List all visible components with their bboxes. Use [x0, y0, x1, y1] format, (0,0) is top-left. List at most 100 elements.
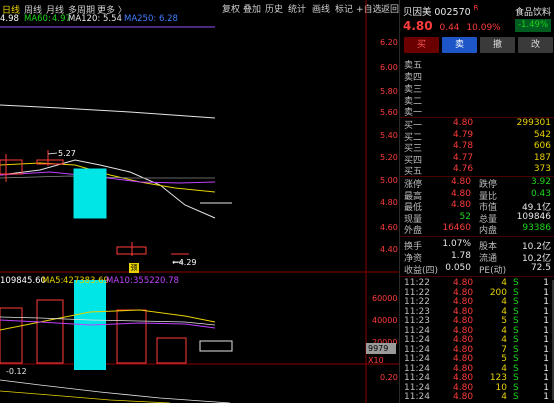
tick-time: 11:24 [404, 363, 430, 374]
bid-volume: 299301 [516, 118, 551, 128]
sell-button[interactable]: 卖 [442, 37, 477, 53]
stat-value: 1.78 [450, 251, 471, 261]
tick-volume: 4 [501, 297, 507, 307]
app-root: 4.98 MA60: 4.97 MA120: 5.54 MA250: 6.28 … [0, 0, 554, 403]
tick-side: S [513, 344, 519, 355]
tick-price: 4.80 [453, 382, 474, 393]
bid-price: 4.80 [453, 118, 474, 128]
vol-ma10-label: MA10: [106, 276, 133, 286]
tick-row: 11:23 4.80 5 S 1 [400, 316, 554, 326]
stat-label: 收益(四) [404, 266, 439, 276]
tick-row: 11:24 4.80 10 S 1 [400, 383, 554, 393]
tag-badge: 颈 [129, 263, 139, 273]
price-tick: 6.20 [380, 38, 398, 47]
stat-value: 3.92 [530, 177, 551, 187]
tick-count: 1 [543, 382, 549, 393]
price-tick: 5.80 [380, 87, 398, 96]
tick-side: S [513, 363, 519, 374]
candles [0, 150, 232, 256]
quote-panel: 贝因美 002570 R 4.80 0.44 10.09% 食品饮料 -1.49… [399, 0, 554, 403]
macd-value: -0.12 [6, 367, 27, 376]
tick-time: 11:23 [404, 306, 430, 317]
tick-side: S [513, 373, 519, 383]
price-tick: 5.00 [380, 176, 398, 185]
low-annotation-value: 4.29 [178, 258, 197, 267]
tick-price: 4.80 [453, 335, 474, 345]
price-pct: 10.09% [466, 23, 501, 33]
tick-count: 1 [543, 287, 549, 298]
volume-value: 109845.60 [0, 276, 46, 286]
cancel-order-button[interactable]: 撤 [480, 37, 515, 53]
tick-time: 11:24 [404, 344, 430, 355]
tick-volume: 7 [501, 344, 507, 355]
tick-count: 1 [543, 344, 549, 355]
tick-row: 11:24 4.80 5 S 1 [400, 354, 554, 364]
stat-value: 93386 [522, 223, 551, 233]
stock-flag: R [473, 4, 479, 12]
price-line: 4.80 0.44 10.09% [403, 19, 501, 33]
tick-row: 11:24 4.80 4 S 1 [400, 392, 554, 402]
tick-volume: 10 [495, 382, 507, 393]
tick-side: S [513, 392, 519, 402]
tick-time: 11:24 [404, 335, 430, 345]
divider [400, 236, 554, 237]
price-tick: 5.60 [380, 108, 398, 117]
price-tick: 5.40 [380, 131, 398, 140]
modify-order-button[interactable]: 改 [518, 37, 553, 53]
tick-side: S [513, 354, 519, 364]
tick-price: 4.80 [453, 344, 474, 355]
ma120-line [0, 104, 216, 119]
bid-price: 4.77 [453, 153, 474, 163]
bid-row[interactable]: 买五 4.76 373 [400, 163, 554, 177]
tick-time: 11:22 [404, 287, 430, 298]
price-change: 0.44 [439, 23, 460, 33]
tick-row: 11:22 4.80 200 S 1 [400, 288, 554, 298]
tick-count: 1 [543, 363, 549, 374]
bid-price: 4.78 [453, 141, 474, 151]
stat-label: PE(动) [479, 266, 507, 276]
chart-area[interactable]: 4.98 MA60: 4.97 MA120: 5.54 MA250: 6.28 … [0, 0, 400, 403]
stat-row: 外盘 16460 内盘 93386 [400, 222, 554, 236]
sector-name[interactable]: 食品饮料 [515, 5, 551, 18]
stat-value: 4.80 [450, 189, 471, 199]
current-price: 4.80 [403, 19, 433, 33]
tick-volume: 4 [501, 363, 507, 374]
stat-value: 72.5 [530, 263, 551, 273]
tick-volume: 123 [489, 373, 507, 383]
tick-price: 4.80 [453, 306, 474, 317]
macd-line-1 [0, 379, 231, 403]
tick-count: 1 [543, 306, 549, 317]
tick-row: 11:22 4.80 4 S 1 [400, 297, 554, 307]
volume-current-badge: 9979 [366, 343, 396, 354]
macd-axis-tick: 0.20 [380, 373, 398, 382]
bid-volume: 373 [533, 164, 551, 174]
tick-side: S [513, 306, 519, 317]
bid-volume: 187 [533, 153, 551, 163]
tick-row: 11:23 4.80 4 S 1 [400, 307, 554, 317]
tick-volume: 4 [501, 335, 507, 345]
tick-row: 11:24 4.80 4 S 1 [400, 335, 554, 345]
price-tick: 4.60 [380, 223, 398, 232]
stat-value: 1.07% [442, 239, 471, 249]
price-tick: 4.80 [380, 198, 398, 207]
tick-price: 4.80 [453, 297, 474, 307]
tick-time: 11:24 [404, 354, 430, 364]
bid-price: 4.79 [453, 130, 474, 140]
tick-time: 11:22 [404, 278, 430, 288]
tick-volume: 4 [501, 278, 507, 288]
buy-button[interactable]: 买 [404, 37, 439, 53]
tick-side: S [513, 335, 519, 345]
tick-row: 11:24 4.80 7 S 1 [400, 345, 554, 355]
stat-value: 0.050 [445, 263, 471, 273]
tick-count: 1 [543, 325, 549, 336]
price-tick: 4.40 [380, 245, 398, 254]
stock-header: 贝因美 002570 R [403, 4, 478, 18]
tick-count: 1 [543, 373, 549, 383]
tick-time: 11:22 [404, 297, 430, 307]
tick-volume: 5 [501, 316, 507, 326]
high-annotation: 5.27 [58, 149, 76, 158]
tick-price: 4.80 [453, 363, 474, 374]
tick-price: 4.80 [453, 325, 474, 336]
tick-count: 1 [543, 316, 549, 326]
sector-pct: -1.49% [515, 19, 551, 32]
